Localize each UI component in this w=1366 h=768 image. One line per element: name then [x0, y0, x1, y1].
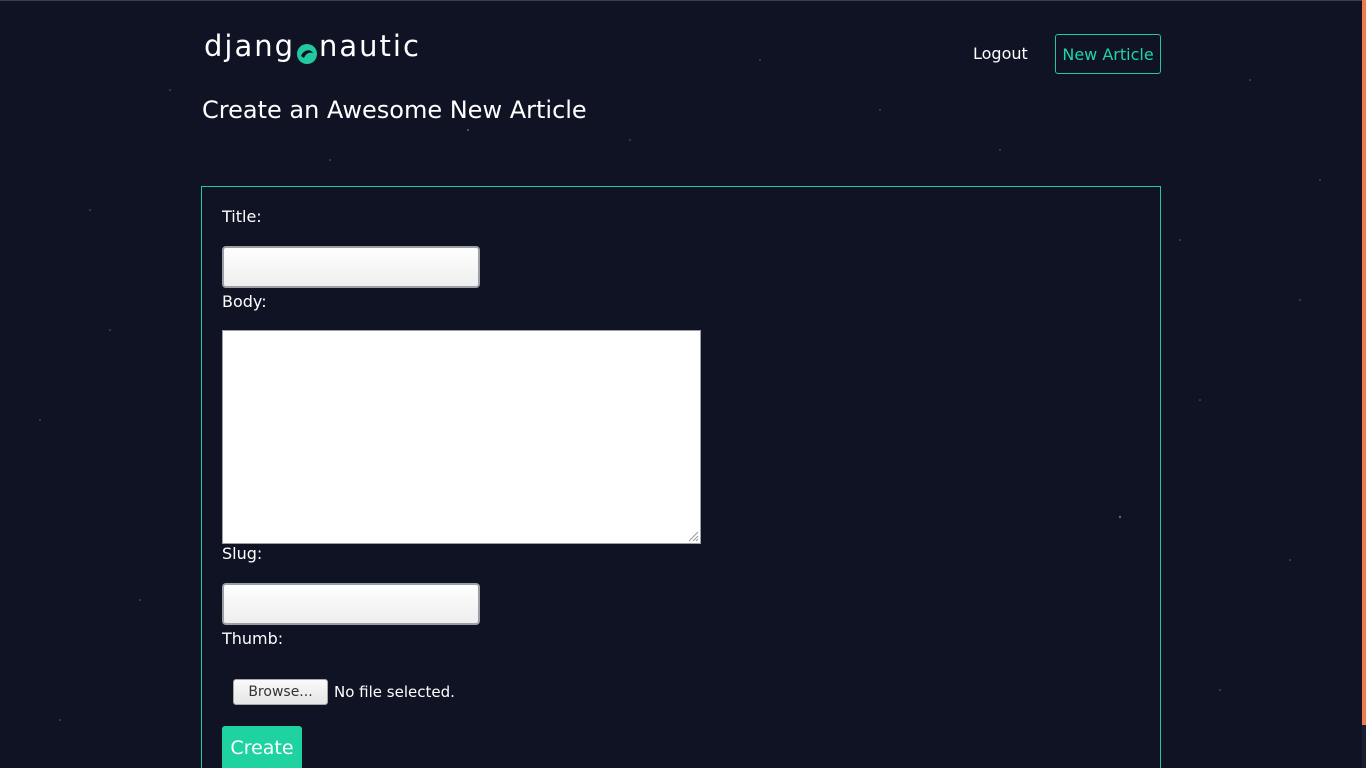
create-button[interactable]: Create	[222, 726, 302, 768]
browse-button[interactable]: Browse...	[233, 679, 328, 705]
logo-text-suffix: nautic	[319, 29, 421, 63]
site-logo[interactable]: djang nautic	[204, 28, 421, 64]
logo-text-prefix: djang	[204, 29, 296, 63]
title-label: Title:	[222, 207, 262, 226]
file-status: No file selected.	[334, 683, 455, 701]
body-label: Body:	[222, 292, 267, 311]
scrollbar-thumb[interactable]	[1362, 0, 1366, 725]
page-title: Create an Awesome New Article	[202, 96, 587, 124]
body-textarea[interactable]	[222, 330, 701, 544]
slug-input[interactable]	[222, 583, 480, 625]
logout-link[interactable]: Logout	[973, 44, 1028, 63]
slug-label: Slug:	[222, 544, 263, 563]
title-input[interactable]	[222, 246, 480, 288]
resize-grip-icon[interactable]	[687, 530, 699, 542]
circle-swirl-icon	[296, 37, 318, 64]
thumb-label: Thumb:	[222, 629, 284, 648]
new-article-button[interactable]: New Article	[1055, 34, 1161, 74]
